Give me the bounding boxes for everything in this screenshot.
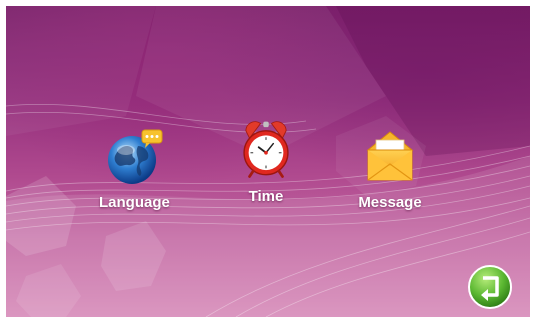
globe-chat-icon bbox=[108, 129, 163, 184]
back-button[interactable] bbox=[467, 264, 513, 310]
alarm-clock-icon bbox=[243, 121, 289, 178]
menu-item-label: Language bbox=[99, 194, 170, 211]
menu-item-label: Message bbox=[358, 194, 422, 211]
menu-item-time[interactable]: Time bbox=[234, 118, 298, 205]
envelope-icon bbox=[366, 131, 414, 181]
menu-item-message[interactable]: Message bbox=[358, 124, 422, 211]
menu-item-language[interactable]: Language bbox=[99, 124, 170, 211]
menu-item-label: Time bbox=[248, 188, 284, 205]
settings-screen: Language Time Message bbox=[6, 6, 530, 317]
